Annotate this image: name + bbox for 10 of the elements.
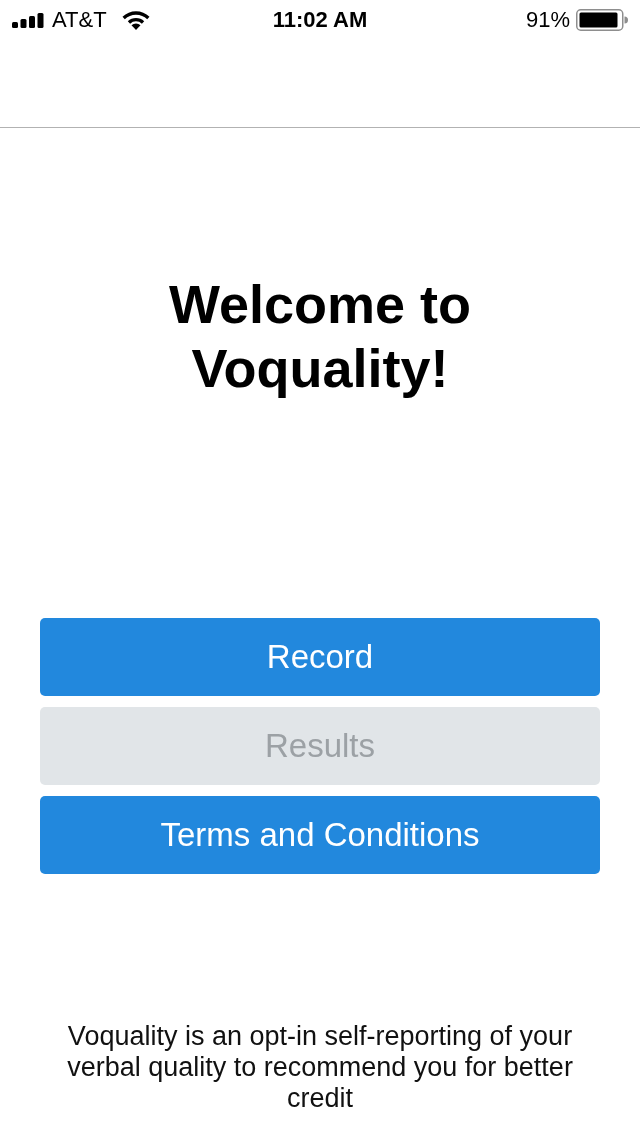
status-time: 11:02 AM xyxy=(272,7,368,33)
signal-icon xyxy=(12,12,44,28)
action-button[interactable]: Terms and Conditions xyxy=(40,796,600,874)
welcome-title: Welcome to Voquality! xyxy=(167,273,473,400)
carrier-name: AT&T xyxy=(52,7,107,33)
battery-icon xyxy=(576,9,628,31)
action-button[interactable]: Record xyxy=(40,618,600,696)
description-text: Voquality is an opt-in self-reporting of your verbal quality to recommend you for better credit xyxy=(66,1021,574,1114)
wifi-icon xyxy=(121,10,150,30)
battery-percent: 91% xyxy=(525,7,570,33)
